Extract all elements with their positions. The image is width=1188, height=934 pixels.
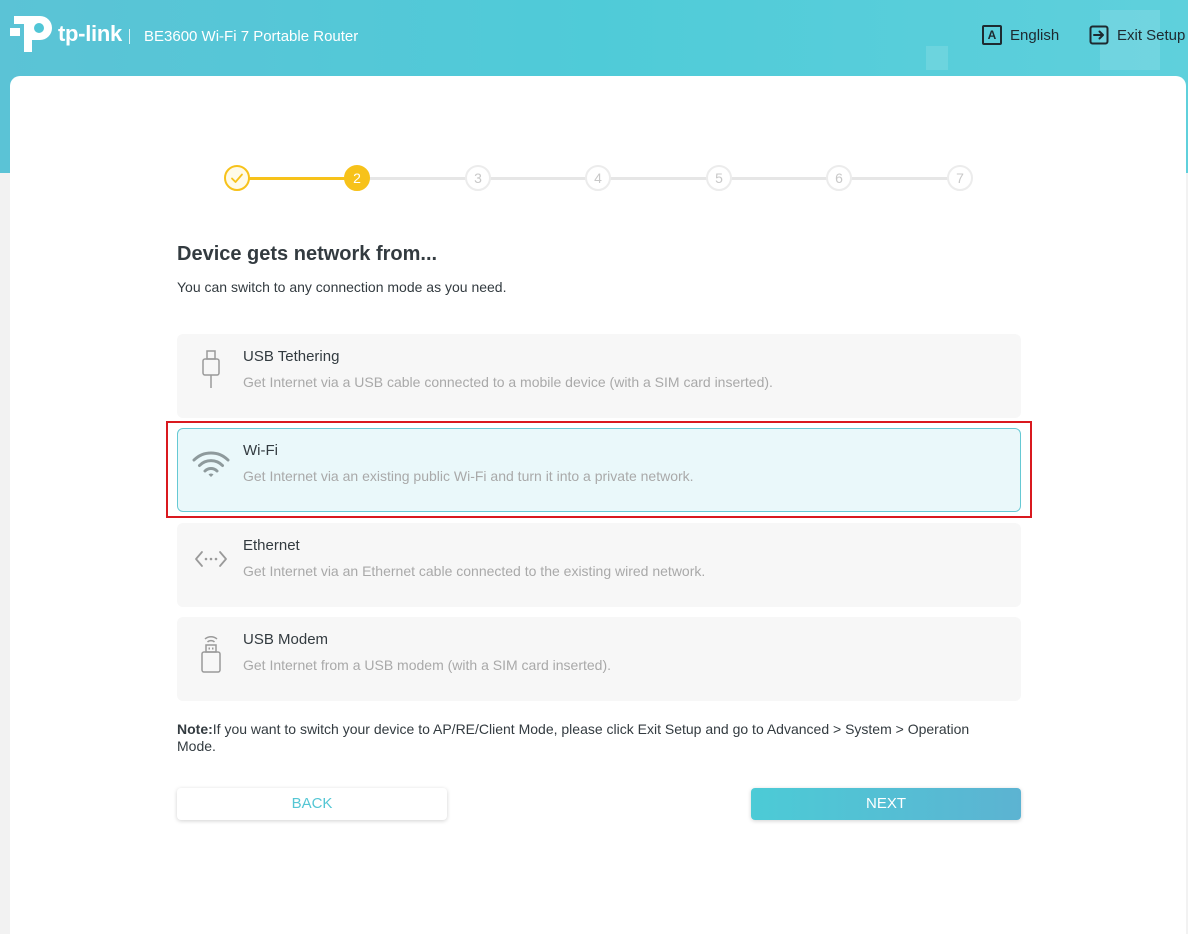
page-title: Device gets network from...: [177, 243, 438, 265]
product-name: BE3600 Wi-Fi 7 Portable Router: [144, 28, 359, 45]
tp-link-logo-icon: [10, 16, 52, 52]
option-description: Get Internet via an Ethernet cable conne…: [243, 563, 706, 579]
option-description: Get Internet from a USB modem (with a SI…: [243, 657, 612, 673]
option-title: Ethernet: [243, 537, 300, 554]
header-divider: [129, 29, 130, 44]
wifi-icon: [191, 444, 231, 484]
ethernet-icon: [191, 539, 231, 579]
language-button[interactable]: A English: [982, 25, 1059, 45]
back-button[interactable]: BACK: [177, 788, 447, 820]
note-text: If you want to switch your device to AP/…: [177, 721, 970, 754]
page-subtitle: You can switch to any connection mode as…: [177, 279, 507, 295]
check-icon: [231, 173, 243, 183]
header: tp-link BE3600 Wi-Fi 7 Portable Router A…: [0, 0, 1188, 76]
step-6: 6: [826, 165, 852, 191]
option-description: Get Internet via an existing public Wi-F…: [243, 468, 694, 484]
usb-cable-icon: [191, 350, 231, 390]
step-connector: [487, 177, 595, 180]
step-connector: [366, 177, 474, 180]
tp-link-logo: tp-link: [10, 12, 122, 56]
step-7: 7: [947, 165, 973, 191]
step-2-current: 2: [344, 165, 370, 191]
language-label: English: [1010, 26, 1060, 44]
next-button[interactable]: NEXT: [751, 788, 1021, 820]
app-root: tp-link BE3600 Wi-Fi 7 Portable Router A…: [0, 0, 1188, 934]
step-connector-done: [246, 177, 354, 180]
option-usb-modem[interactable]: USB Modem Get Internet from a USB modem …: [177, 617, 1021, 701]
logo-text: tp-link: [58, 21, 122, 46]
exit-setup-button[interactable]: Exit Setup: [1089, 25, 1185, 45]
step-connector: [849, 177, 957, 180]
step-3: 3: [465, 165, 491, 191]
usb-modem-icon: [191, 633, 231, 673]
operation-mode-note: Note:If you want to switch your device t…: [177, 721, 997, 755]
option-title: USB Tethering: [243, 348, 340, 365]
option-ethernet[interactable]: Ethernet Get Internet via an Ethernet ca…: [177, 523, 1021, 607]
option-title: Wi-Fi: [243, 442, 278, 459]
option-description: Get Internet via a USB cable connected t…: [243, 374, 773, 390]
exit-icon: [1089, 25, 1109, 45]
step-connector: [608, 177, 716, 180]
step-1-complete: [224, 165, 250, 191]
language-icon: A: [982, 25, 1002, 45]
step-4: 4: [585, 165, 611, 191]
exit-label: Exit Setup: [1117, 26, 1186, 44]
option-title: USB Modem: [243, 631, 329, 648]
progress-stepper: 2 3 4 5 6 7: [224, 165, 976, 191]
option-wifi[interactable]: Wi-Fi Get Internet via an existing publi…: [177, 428, 1021, 512]
step-connector: [728, 177, 836, 180]
note-label: Note:: [177, 721, 213, 737]
option-usb-tethering[interactable]: USB Tethering Get Internet via a USB cab…: [177, 334, 1021, 418]
step-5: 5: [706, 165, 732, 191]
